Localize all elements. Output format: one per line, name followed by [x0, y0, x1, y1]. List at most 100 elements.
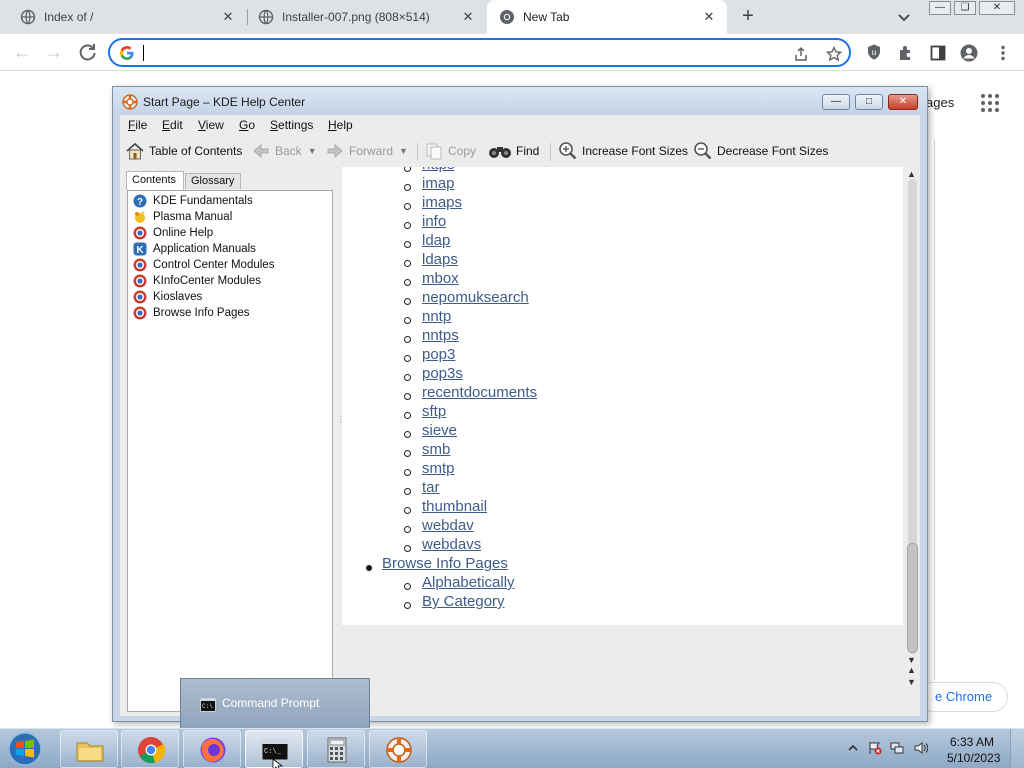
close-tab-icon[interactable]: ✕ [220, 9, 236, 25]
scroll-up-icon[interactable]: ▲ [906, 665, 917, 676]
scrollbar-thumb[interactable] [907, 543, 918, 653]
link-thumbnail[interactable]: thumbnail [422, 498, 487, 515]
back-arrow-icon[interactable]: ← [10, 40, 34, 64]
link-ldaps[interactable]: ldaps [422, 251, 458, 268]
close-tab-icon[interactable]: ✕ [460, 9, 476, 25]
link-pop3s[interactable]: pop3s [422, 365, 463, 382]
taskbar-calculator[interactable] [307, 730, 365, 768]
link-sieve[interactable]: sieve [422, 422, 457, 439]
clock-date[interactable]: 5/10/2023 [947, 751, 1000, 765]
link-nntp[interactable]: nntp [422, 308, 451, 325]
customize-chrome-button[interactable]: e Chrome [918, 682, 1008, 712]
tree-item-browse-info-pages[interactable]: Browse Info Pages [133, 305, 250, 321]
taskbar-thumbnail-popup[interactable]: C:\ Command Prompt [180, 678, 370, 728]
link-by-category[interactable]: By Category [422, 593, 505, 610]
decrease-font-sizes-button[interactable]: Decrease Font Sizes [693, 141, 828, 161]
chevron-down-icon[interactable]: ▼ [399, 146, 408, 156]
link-webdav[interactable]: webdav [422, 517, 474, 534]
menu-help[interactable]: Help [328, 118, 353, 132]
page-fragment-text[interactable]: ages [926, 95, 954, 110]
puzzle-extensions-icon[interactable] [897, 44, 915, 62]
back-button[interactable]: Back ▼ [251, 141, 317, 161]
menu-file[interactable]: File [128, 118, 147, 132]
shield-extension-icon[interactable]: u [865, 43, 883, 61]
new-tab-button[interactable]: + [737, 5, 759, 27]
menu-view[interactable]: View [198, 118, 224, 132]
show-hidden-icons-icon[interactable] [846, 741, 860, 755]
network-icon[interactable] [890, 741, 904, 755]
increase-font-sizes-button[interactable]: Increase Font Sizes [558, 141, 688, 161]
forward-arrow-icon[interactable]: → [42, 40, 66, 64]
side-panel-icon[interactable] [929, 44, 947, 62]
taskbar-firefox[interactable] [183, 730, 241, 768]
link-nepomuksearch[interactable]: nepomuksearch [422, 289, 529, 306]
tree-item-kinfocenter-modules[interactable]: KInfoCenter Modules [133, 273, 261, 289]
volume-icon[interactable] [914, 741, 928, 755]
restore-button[interactable]: ❏ [954, 1, 976, 15]
menu-go[interactable]: Go [239, 118, 255, 132]
reload-icon[interactable] [76, 40, 100, 64]
link-browse-info-pages[interactable]: Browse Info Pages [382, 555, 508, 572]
copy-button[interactable]: Copy [424, 141, 476, 161]
chevron-down-icon[interactable]: ▼ [308, 146, 317, 156]
scroll-down-icon[interactable]: ▼ [906, 677, 917, 688]
chevron-down-icon[interactable] [895, 8, 913, 26]
taskbar-kde-help[interactable] [369, 730, 427, 768]
link-alphabetically[interactable]: Alphabetically [422, 574, 515, 591]
find-button[interactable]: Find [488, 141, 539, 161]
tab-new-tab[interactable]: New Tab ✕ [487, 0, 727, 34]
tree-item-application-manuals[interactable]: K Application Manuals [133, 241, 256, 257]
taskbar-file-explorer[interactable] [60, 730, 118, 768]
omnibox-input[interactable] [142, 43, 762, 62]
link-smtp[interactable]: smtp [422, 460, 455, 477]
link-imap[interactable]: imap [422, 175, 455, 192]
clock-time[interactable]: 6:33 AM [950, 735, 994, 749]
address-bar[interactable] [108, 38, 851, 67]
profile-avatar-icon[interactable] [960, 44, 978, 62]
forward-button[interactable]: Forward ▼ [325, 141, 408, 161]
link-https[interactable]: https [422, 167, 455, 173]
tree-item-kde-fundamentals[interactable]: ? KDE Fundamentals [133, 193, 253, 209]
close-button[interactable]: ✕ [979, 1, 1015, 15]
close-tab-icon[interactable]: ✕ [701, 9, 717, 25]
link-ldap[interactable]: ldap [422, 232, 450, 249]
vertical-scrollbar[interactable]: ▲ ▼ ▲ ▼ [904, 167, 919, 714]
chrome-menu-icon[interactable] [994, 44, 1012, 62]
link-nntps[interactable]: nntps [422, 327, 459, 344]
tab-contents[interactable]: Contents [126, 171, 184, 190]
link-recentdocuments[interactable]: recentdocuments [422, 384, 537, 401]
link-pop3[interactable]: pop3 [422, 346, 455, 363]
action-center-flag-icon[interactable] [868, 741, 882, 755]
tree-item-plasma-manual[interactable]: Plasma Manual [133, 209, 232, 225]
window-titlebar[interactable]: Start Page – KDE Help Center — □ ✕ [113, 87, 927, 115]
star-icon[interactable] [826, 46, 842, 62]
tab-index-of[interactable]: Index of / ✕ [0, 0, 246, 34]
taskbar-chrome[interactable] [121, 730, 179, 768]
link-sftp[interactable]: sftp [422, 403, 446, 420]
minimize-button[interactable]: — [929, 1, 951, 15]
share-icon[interactable] [793, 46, 809, 62]
table-of-contents-button[interactable]: Table of Contents [125, 141, 242, 161]
link-mbox[interactable]: mbox [422, 270, 459, 287]
show-desktop-button[interactable] [1010, 729, 1024, 768]
link-webdavs[interactable]: webdavs [422, 536, 481, 553]
google-g-icon [120, 46, 134, 60]
link-info[interactable]: info [422, 213, 446, 230]
link-tar[interactable]: tar [422, 479, 440, 496]
tree-item-kioslaves[interactable]: Kioslaves [133, 289, 202, 305]
minimize-button[interactable]: — [822, 94, 850, 110]
contents-tree[interactable]: ? KDE Fundamentals Plasma Manual Online … [127, 190, 333, 712]
tab-installer-png[interactable]: Installer-007.png (808×514) ✕ [238, 0, 486, 34]
panel-splitter-handle[interactable]: ⋮ [337, 415, 345, 429]
menu-settings[interactable]: Settings [270, 118, 313, 132]
maximize-button[interactable]: □ [855, 94, 883, 110]
menu-edit[interactable]: Edit [162, 118, 183, 132]
tree-item-online-help[interactable]: Online Help [133, 225, 213, 241]
start-button[interactable] [4, 731, 46, 767]
close-button[interactable]: ✕ [888, 94, 918, 110]
tab-glossary[interactable]: Glossary [185, 173, 241, 189]
link-smb[interactable]: smb [422, 441, 450, 458]
tree-item-control-center-modules[interactable]: Control Center Modules [133, 257, 274, 273]
google-apps-icon[interactable] [981, 94, 999, 112]
link-imaps[interactable]: imaps [422, 194, 462, 211]
